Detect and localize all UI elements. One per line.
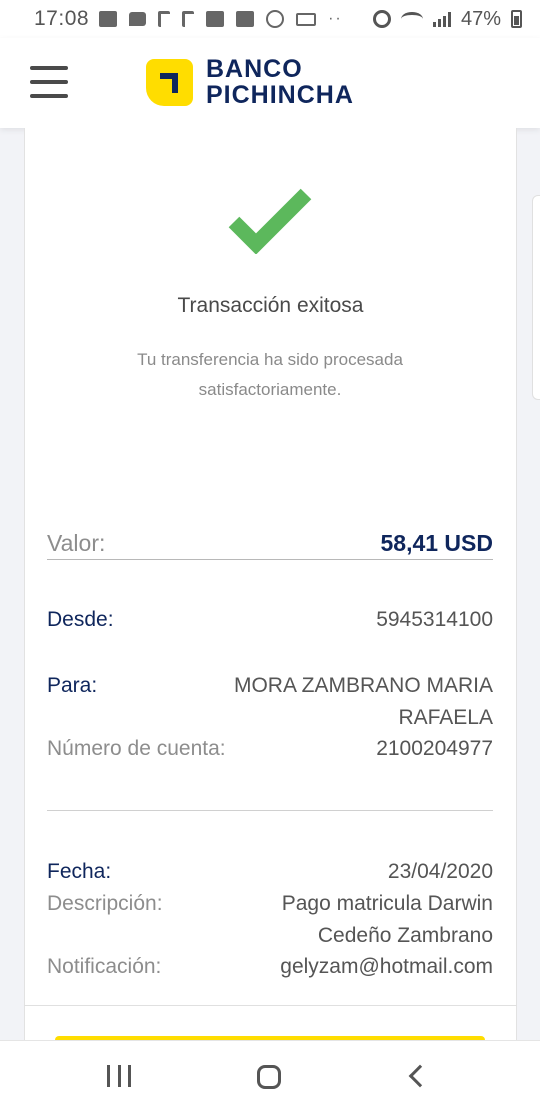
notification-value: gelyzam@hotmail.com — [280, 955, 493, 978]
outlook-icon — [99, 11, 118, 27]
to-value-line2: RAFAELA — [398, 706, 493, 729]
bank-logo: BANCO PICHINCHA — [146, 56, 354, 108]
app-header: BANCO PICHINCHA — [0, 38, 540, 128]
notification-icons: ·· — [99, 10, 343, 28]
menu-icon[interactable] — [30, 66, 68, 98]
notification-label: Notificación: — [47, 955, 162, 978]
to-value-line1: MORA ZAMBRANO MARIA — [233, 674, 493, 697]
description-value-line1: Pago matricula Darwin — [281, 892, 493, 915]
alarm-icon — [372, 10, 391, 28]
tiktok-icon-2 — [182, 11, 195, 27]
amount-value: 58,41 USD — [380, 530, 493, 556]
result-subtitle: Tu transferencia ha sido procesada satis… — [137, 350, 403, 399]
logo-line2: PICHINCHA — [206, 81, 354, 109]
amount-label: Valor: — [47, 530, 106, 556]
status-time: 17:08 — [34, 7, 90, 30]
logo-mark-icon — [146, 58, 193, 106]
status-bar: 17:08 ·· 47% — [0, 0, 540, 38]
home-icon[interactable] — [257, 1065, 281, 1089]
back-icon[interactable] — [408, 1064, 432, 1088]
laptop-icon — [296, 12, 317, 26]
description-label: Descripción: — [47, 892, 163, 915]
account-label: Número de cuenta: — [47, 737, 226, 760]
divider — [47, 810, 493, 811]
result-title: Transacción exitosa — [177, 294, 364, 317]
wifi-icon — [400, 12, 423, 26]
signal-icon — [432, 11, 451, 27]
chat-icon — [129, 12, 147, 26]
success-check-icon — [228, 188, 312, 254]
recents-icon[interactable] — [107, 1065, 131, 1087]
messenger-icon — [266, 10, 285, 28]
date-label: Fecha: — [47, 860, 112, 883]
more-notifications-icon: ·· — [328, 10, 343, 27]
outlook-icon-2 — [236, 11, 255, 27]
battery-icon — [511, 10, 522, 28]
dice-icon — [206, 11, 225, 27]
amount-row: Valor: 58,41 USD — [47, 530, 493, 560]
battery-percent: 47% — [460, 7, 501, 30]
account-value: 2100204977 — [376, 737, 493, 760]
from-label: Desde: — [47, 608, 114, 631]
description-value-line2: Cedeño Zambrano — [317, 924, 493, 947]
side-tab[interactable] — [532, 195, 540, 400]
to-label: Para: — [47, 674, 98, 697]
from-value: 5945314100 — [376, 608, 493, 631]
logo-line1: BANCO — [206, 55, 303, 83]
tiktok-icon — [158, 11, 171, 27]
date-value: 23/04/2020 — [387, 860, 493, 883]
logo-text: BANCO PICHINCHA — [206, 56, 354, 108]
card-divider — [24, 1005, 517, 1006]
navigation-bar — [0, 1040, 540, 1110]
system-icons: 47% — [372, 7, 522, 31]
